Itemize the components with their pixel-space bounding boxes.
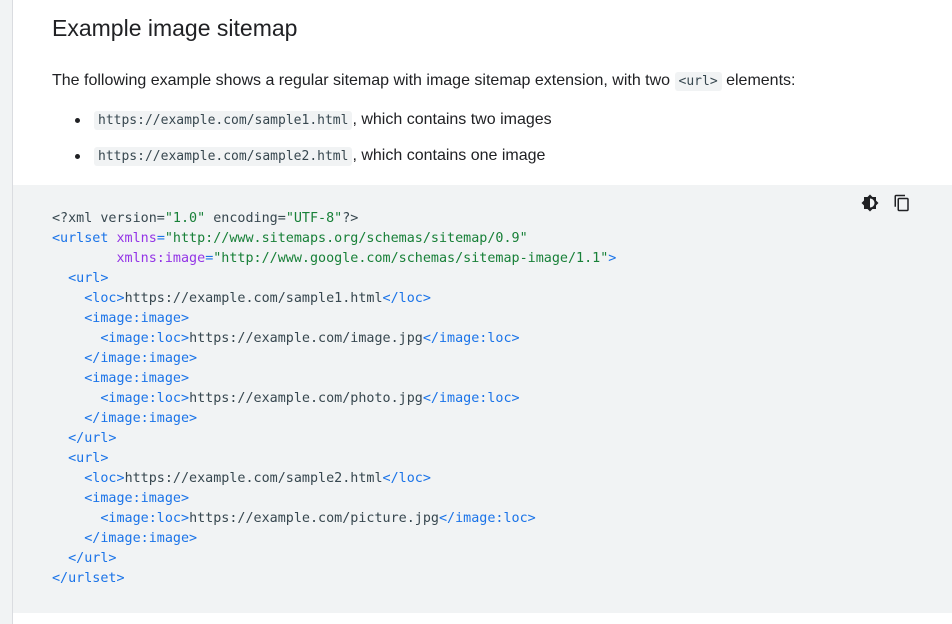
code-token: https://example.com/image.jpg [189, 331, 423, 346]
code-token: <loc> [84, 291, 125, 306]
code-token: </image:image> [84, 531, 198, 546]
code-token: </urlset> [52, 571, 125, 586]
code-token: </loc> [382, 291, 431, 306]
code-token: </loc> [382, 471, 431, 486]
code-line: </urlset> [52, 569, 616, 589]
code-token: <image:image> [84, 371, 190, 386]
code-token: <url> [68, 451, 109, 466]
code-line: <url> [52, 269, 616, 289]
code-line: <urlset xmlns="http://www.sitemaps.org/s… [52, 229, 616, 249]
code-line: </image:image> [52, 349, 616, 369]
code-token: https://example.com/photo.jpg [189, 391, 423, 406]
code-token: "UTF-8" [285, 211, 343, 226]
code-token: https://example.com/sample1.html [124, 291, 383, 306]
code-token: "http://www.google.com/schemas/sitemap-i… [213, 251, 609, 266]
code-line: <image:image> [52, 489, 616, 509]
code-line: <url> [52, 449, 616, 469]
list-item: https://example.com/sample1.html, which … [52, 108, 552, 144]
code-token: https://example.com/picture.jpg [189, 511, 439, 526]
code-line: xmlns:image="http://www.google.com/schem… [52, 249, 617, 269]
code-block: <?xml version="1.0" encoding="UTF-8"?> <u… [13, 185, 952, 613]
intro-inline-code: <url> [674, 72, 722, 91]
code-token: xmlns [116, 231, 157, 246]
code-line: <?xml version="1.0" encoding="UTF-8"?> [52, 209, 616, 229]
code-line: <image:loc>https://example.com/photo.jpg… [52, 389, 616, 409]
code-line: <image:loc>https://example.com/image.jpg… [52, 329, 616, 349]
intro-paragraph: The following example shows a regular si… [52, 70, 795, 93]
code-token: "1.0" [164, 211, 206, 226]
code-token: </image:loc> [422, 331, 520, 346]
intro-text-after: elements: [721, 72, 796, 89]
code-token: encoding= [205, 211, 286, 226]
dark-mode-toggle-button[interactable] [860, 193, 880, 213]
bullet-list: https://example.com/sample1.html, which … [52, 108, 552, 180]
bullet-text: , which contains one image [352, 147, 546, 164]
list-item: https://example.com/sample2.html, which … [52, 144, 552, 180]
code-token: ?> [342, 211, 359, 226]
code-token: https://example.com/sample2.html [124, 471, 383, 486]
code-token: <url> [68, 271, 109, 286]
code-token: xmlns:image [116, 251, 206, 266]
bullet-inline-code: https://example.com/sample1.html [94, 111, 353, 130]
code-line: </url> [52, 429, 616, 449]
bullet-inline-code: https://example.com/sample2.html [94, 147, 353, 166]
code-token: <urlset [52, 231, 117, 246]
code-token: </image:loc> [422, 391, 520, 406]
code-line: <image:image> [52, 369, 616, 389]
code-token: <image:loc> [100, 331, 190, 346]
section-title: Example image sitemap [52, 15, 298, 41]
code-token: <image:image> [84, 311, 190, 326]
content-page: Example image sitemap The following exam… [12, 0, 952, 624]
code-listing: <?xml version="1.0" encoding="UTF-8"?> <u… [52, 209, 616, 589]
code-line: <image:loc>https://example.com/picture.j… [52, 509, 616, 529]
code-line: </url> [52, 549, 616, 569]
code-token: </url> [68, 551, 117, 566]
bullet-text: , which contains two images [352, 111, 552, 128]
code-line: </image:image> [52, 409, 616, 429]
code-line: <loc>https://example.com/sample2.html</l… [52, 469, 616, 489]
code-token: > [608, 251, 617, 266]
copy-icon [894, 194, 909, 212]
copy-code-button[interactable] [892, 193, 912, 213]
code-token: <image:loc> [100, 391, 190, 406]
code-toolbar [860, 193, 912, 213]
code-token: </url> [68, 431, 117, 446]
dark-mode-icon [861, 194, 879, 212]
intro-text-before: The following example shows a regular si… [52, 72, 675, 89]
code-token: = [156, 231, 165, 246]
code-line: <image:image> [52, 309, 616, 329]
code-token: <?xml version= [52, 211, 165, 226]
code-token: </image:image> [84, 411, 198, 426]
code-token: </image:loc> [438, 511, 536, 526]
code-line: <loc>https://example.com/sample1.html</l… [52, 289, 616, 309]
code-line: </image:image> [52, 529, 616, 549]
code-token: <image:loc> [100, 511, 190, 526]
code-token: <image:image> [84, 491, 190, 506]
code-token: "http://www.sitemaps.org/schemas/sitemap… [164, 231, 528, 246]
code-token: </image:image> [84, 351, 198, 366]
code-token: <loc> [84, 471, 125, 486]
